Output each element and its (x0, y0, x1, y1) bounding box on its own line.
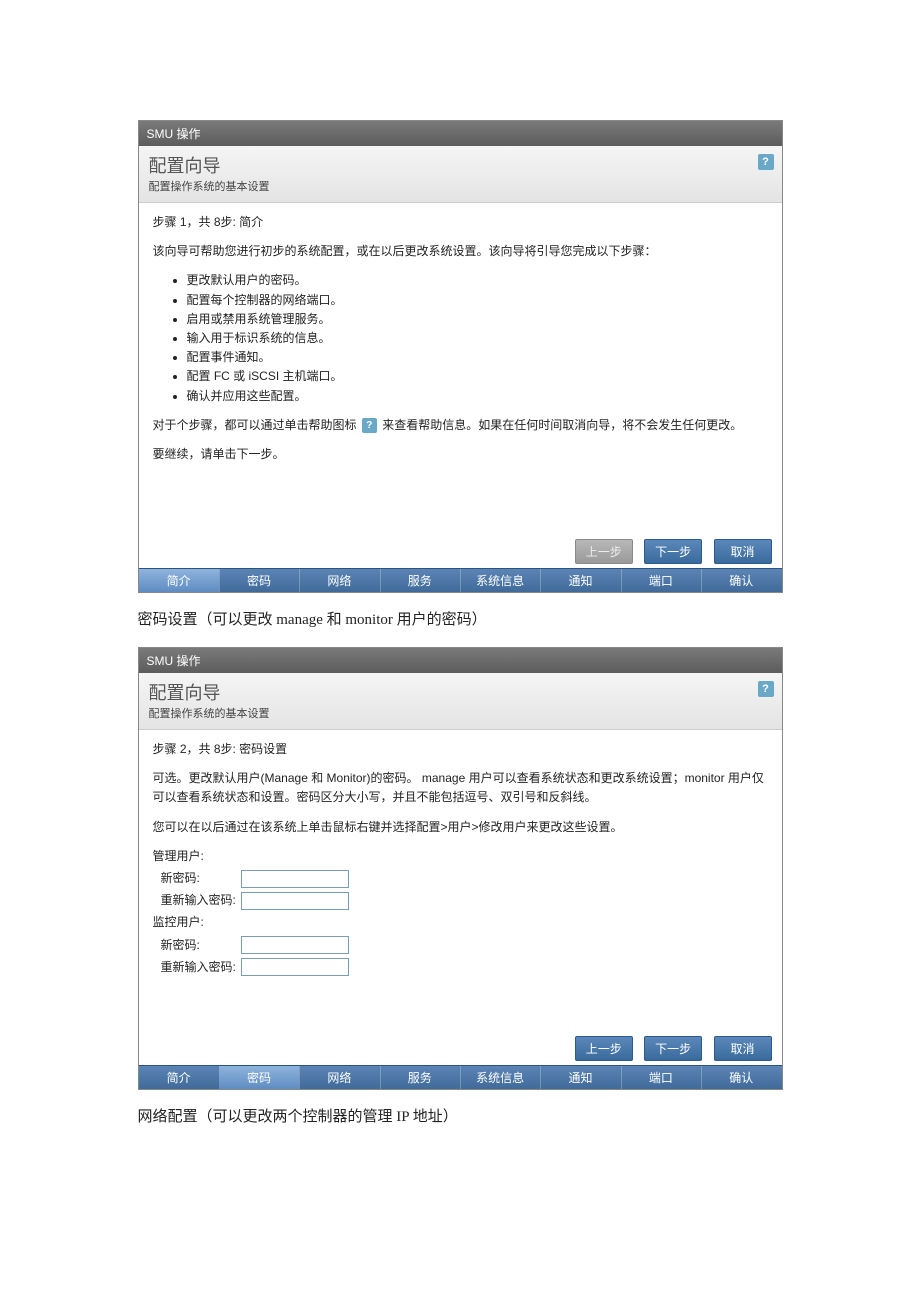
step-tab-intro[interactable]: 简介 (139, 569, 219, 592)
help-hint-text: 对于个步骤，都可以通过单击帮助图标 ? 来查看帮助信息。如果在任何时间取消向导，… (153, 416, 768, 435)
wizard-title: 配置向导 (149, 679, 772, 705)
step-tab-services[interactable]: 服务 (380, 569, 460, 592)
next-button[interactable]: 下一步 (644, 1036, 702, 1061)
step-tab-services[interactable]: 服务 (380, 1066, 460, 1089)
wizard-header: 配置向导 配置操作系统的基本设置 ? (139, 673, 782, 730)
manage-reenter-password-input[interactable] (241, 892, 349, 910)
list-item: 配置 FC 或 iSCSI 主机端口。 (187, 367, 768, 386)
new-password-label: 新密码: (161, 869, 241, 888)
wizard-panel-password: SMU 操作 配置向导 配置操作系统的基本设置 ? 步骤 2，共 8步: 密码设… (138, 647, 783, 1090)
monitor-new-password-input[interactable] (241, 936, 349, 954)
step-tab-sysinfo[interactable]: 系统信息 (460, 569, 540, 592)
section-caption-network: 网络配置（可以更改两个控制器的管理 IP 地址） (138, 1105, 783, 1126)
step-tab-notify[interactable]: 通知 (540, 1066, 620, 1089)
wizard-panel-intro: SMU 操作 配置向导 配置操作系统的基本设置 ? 步骤 1，共 8步: 简介 … (138, 120, 783, 593)
wizard-content: 步骤 1，共 8步: 简介 该向导可帮助您进行初步的系统配置，或在以后更改系统设… (139, 203, 782, 533)
cancel-button[interactable]: 取消 (714, 539, 772, 564)
list-item: 配置事件通知。 (187, 348, 768, 367)
step-tab-intro[interactable]: 简介 (139, 1066, 219, 1089)
window-titlebar: SMU 操作 (139, 648, 782, 673)
step-tab-sysinfo[interactable]: 系统信息 (460, 1066, 540, 1089)
step-indicator: 步骤 1，共 8步: 简介 (153, 213, 768, 232)
wizard-step-nav: 简介 密码 网络 服务 系统信息 通知 端口 确认 (139, 1065, 782, 1089)
manage-user-label: 管理用户: (153, 847, 233, 866)
monitor-user-label: 监控用户: (153, 913, 233, 932)
list-item: 输入用于标识系统的信息。 (187, 329, 768, 348)
reenter-password-label: 重新输入密码: (161, 958, 241, 977)
window-titlebar: SMU 操作 (139, 121, 782, 146)
password-desc1: 可选。更改默认用户(Manage 和 Monitor)的密码。 manage 用… (153, 769, 768, 807)
wizard-title: 配置向导 (149, 152, 772, 178)
help-icon[interactable]: ? (758, 154, 774, 170)
intro-text: 该向导可帮助您进行初步的系统配置，或在以后更改系统设置。该向导将引导您完成以下步… (153, 242, 768, 261)
next-button[interactable]: 下一步 (644, 539, 702, 564)
step-tab-network[interactable]: 网络 (299, 569, 379, 592)
prev-button[interactable]: 上一步 (575, 1036, 633, 1061)
wizard-subtitle: 配置操作系统的基本设置 (149, 178, 772, 194)
prev-button: 上一步 (575, 539, 633, 564)
list-item: 更改默认用户的密码。 (187, 271, 768, 290)
reenter-password-label: 重新输入密码: (161, 891, 241, 910)
step-indicator: 步骤 2，共 8步: 密码设置 (153, 740, 768, 759)
manage-new-password-input[interactable] (241, 870, 349, 888)
step-tab-confirm[interactable]: 确认 (701, 569, 781, 592)
wizard-header: 配置向导 配置操作系统的基本设置 ? (139, 146, 782, 203)
step-tab-ports[interactable]: 端口 (621, 1066, 701, 1089)
step-tab-password[interactable]: 密码 (219, 569, 299, 592)
wizard-subtitle: 配置操作系统的基本设置 (149, 705, 772, 721)
wizard-button-bar: 上一步 下一步 取消 (139, 533, 782, 568)
monitor-reenter-password-input[interactable] (241, 958, 349, 976)
step-tab-password[interactable]: 密码 (219, 1066, 299, 1089)
help-icon[interactable]: ? (758, 681, 774, 697)
step-tab-notify[interactable]: 通知 (540, 569, 620, 592)
section-caption-password: 密码设置（可以更改 manage 和 monitor 用户的密码） (138, 608, 783, 629)
list-item: 启用或禁用系统管理服务。 (187, 310, 768, 329)
password-desc2: 您可以在以后通过在该系统上单击鼠标右键并选择配置>用户>修改用户来更改这些设置。 (153, 818, 768, 837)
step-tab-confirm[interactable]: 确认 (701, 1066, 781, 1089)
wizard-step-nav: 简介 密码 网络 服务 系统信息 通知 端口 确认 (139, 568, 782, 592)
list-item: 确认并应用这些配置。 (187, 387, 768, 406)
new-password-label: 新密码: (161, 936, 241, 955)
help-icon[interactable]: ? (362, 418, 377, 433)
wizard-button-bar: 上一步 下一步 取消 (139, 1030, 782, 1065)
cancel-button[interactable]: 取消 (714, 1036, 772, 1061)
step-tab-ports[interactable]: 端口 (621, 569, 701, 592)
continue-text: 要继续，请单击下一步。 (153, 445, 768, 464)
wizard-content: 步骤 2，共 8步: 密码设置 可选。更改默认用户(Manage 和 Monit… (139, 730, 782, 1030)
help-hint-b: 来查看帮助信息。如果在任何时间取消向导，将不会发生任何更改。 (382, 418, 742, 432)
intro-bullet-list: 更改默认用户的密码。 配置每个控制器的网络端口。 启用或禁用系统管理服务。 输入… (187, 271, 768, 405)
list-item: 配置每个控制器的网络端口。 (187, 291, 768, 310)
step-tab-network[interactable]: 网络 (299, 1066, 379, 1089)
help-hint-a: 对于个步骤，都可以通过单击帮助图标 (153, 418, 357, 432)
